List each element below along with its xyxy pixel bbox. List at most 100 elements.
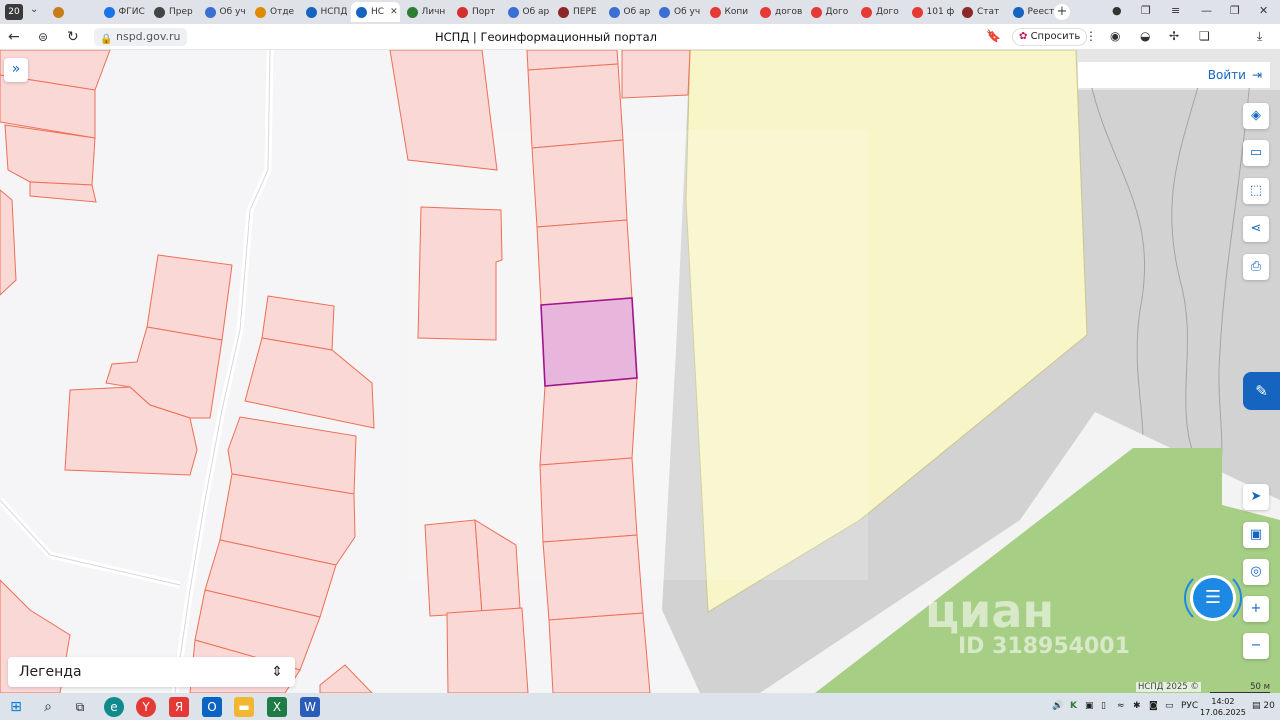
parcel[interactable] <box>539 457 638 543</box>
tray-app-icon[interactable]: ◙ <box>1149 701 1158 711</box>
tab[interactable]: Об уч <box>200 2 249 22</box>
tab-count-button[interactable]: 20 <box>5 4 23 20</box>
profile-icon[interactable]: ● <box>1112 4 1122 17</box>
tab[interactable]: Об ар <box>604 2 653 22</box>
yandex-logo-icon[interactable]: ⊜ <box>38 28 48 46</box>
parcel[interactable] <box>548 612 651 693</box>
parcel[interactable] <box>536 219 633 306</box>
tray-app-icon[interactable]: ▣ <box>1085 701 1094 711</box>
tab[interactable]: Порт <box>452 2 501 22</box>
parcel[interactable] <box>527 63 624 149</box>
edge-icon[interactable]: e <box>104 697 124 717</box>
search-place-icon[interactable]: ◎ <box>1243 559 1269 585</box>
selected-parcel[interactable] <box>540 297 638 387</box>
parcel[interactable] <box>319 664 373 693</box>
outlook-icon[interactable]: O <box>202 697 222 717</box>
locate-icon[interactable]: ➤ <box>1243 484 1269 510</box>
tab[interactable]: Дого <box>806 2 855 22</box>
excel-icon[interactable]: X <box>267 697 287 717</box>
parcel[interactable] <box>146 254 233 341</box>
zoom-in-button[interactable]: + <box>1243 596 1269 622</box>
search-icon[interactable]: ⌕ <box>38 697 58 717</box>
parcel[interactable] <box>446 607 529 693</box>
tab[interactable]: ФГИС <box>99 2 148 22</box>
language-indicator[interactable]: РУС <box>1181 701 1198 711</box>
word-icon[interactable]: W <box>300 697 320 717</box>
yandex-browser-icon[interactable]: Y <box>136 697 156 717</box>
parcel[interactable] <box>539 377 638 466</box>
url-field[interactable]: 🔒 nspd.gov.ru <box>94 28 187 46</box>
volume-icon[interactable]: 🔊 <box>1052 701 1063 711</box>
chevron-down-icon[interactable]: ⌄ <box>30 4 38 15</box>
parcel[interactable] <box>417 206 503 341</box>
parcel[interactable] <box>0 189 17 296</box>
close-tab-icon[interactable]: ✕ <box>390 7 398 17</box>
tray-app-icon[interactable]: ✱ <box>1133 701 1141 711</box>
tray-app-icon[interactable]: ≈ <box>1117 701 1125 711</box>
expand-panel-button[interactable]: » <box>4 58 28 82</box>
site-icon <box>305 6 317 18</box>
tab[interactable]: Стат <box>957 2 1006 22</box>
clock[interactable]: 14:02 17.06.2025 <box>1200 696 1246 718</box>
maximize-icon[interactable]: ❐ <box>1230 4 1240 17</box>
tab[interactable]: Прер <box>149 2 198 22</box>
collections-icon[interactable]: ❐ <box>1141 4 1151 17</box>
minimize-icon[interactable]: — <box>1201 4 1212 17</box>
menu-icon[interactable]: ≡ <box>1171 4 1180 17</box>
tab[interactable]: Отде <box>250 2 299 22</box>
kaspersky-icon[interactable]: K <box>1070 701 1077 711</box>
print-icon[interactable]: ⎙ <box>1243 254 1269 280</box>
legend-panel[interactable]: Легенда ⇕ <box>8 657 295 687</box>
bookmark-icon[interactable]: 🔖 <box>986 29 1001 43</box>
map-canvas[interactable] <box>0 50 1280 693</box>
download-icon[interactable]: ⤓ <box>1257 29 1262 44</box>
tab[interactable]: 101 ф <box>907 2 956 22</box>
login-button[interactable]: Войти ⇥ <box>1078 62 1270 88</box>
select-area-icon[interactable]: ⬚ <box>1243 178 1269 204</box>
ruler-icon[interactable]: ▭ <box>1243 140 1269 166</box>
task-view-icon[interactable]: ⧉ <box>70 697 90 717</box>
parcel[interactable] <box>621 50 691 99</box>
parcel[interactable] <box>424 519 483 617</box>
layers-icon[interactable]: ◈ <box>1243 103 1269 129</box>
tab[interactable]: Об уч <box>654 2 703 22</box>
reload-icon[interactable]: ↻ <box>67 28 79 46</box>
notification-icon[interactable]: ▤ 20 <box>1252 701 1275 711</box>
chat-button[interactable]: ☰ <box>1193 578 1233 618</box>
network-icon[interactable]: ▭ <box>1165 701 1174 711</box>
windows-start-icon[interactable]: ⊞ <box>6 697 26 717</box>
tab[interactable]: Копи <box>705 2 754 22</box>
yandex-icon[interactable]: Я <box>169 697 189 717</box>
collections-icon[interactable]: ❏ <box>1199 29 1210 43</box>
parcel[interactable] <box>29 181 97 203</box>
assistant-badge-icon[interactable]: ✎ <box>1243 372 1280 410</box>
back-icon[interactable]: ← <box>8 28 20 46</box>
puzzle-icon[interactable]: ✢ <box>1169 29 1179 43</box>
zoom-out-button[interactable]: − <box>1243 633 1269 659</box>
ask-button[interactable]: ✿ Спросить <box>1012 28 1088 46</box>
more-icon[interactable]: ⋮ <box>1085 29 1097 43</box>
ask-label: Спросить <box>1030 31 1081 42</box>
extension-icon[interactable]: ◒ <box>1140 29 1150 43</box>
tab[interactable]: Дого <box>856 2 905 22</box>
tab[interactable]: Об ар <box>503 2 552 22</box>
map-view[interactable]: » Войти ⇥ ◈ ▭ ⬚ ⋖ ⎙ ✎ ➤ ▣ ◎ + − ☰ циан I… <box>0 50 1280 693</box>
file-explorer-icon[interactable]: ▬ <box>234 697 254 717</box>
tab[interactable]: ПЕРЕ <box>553 2 602 22</box>
tab[interactable]: НСПД <box>301 2 350 22</box>
battery-icon[interactable]: ▯ <box>1101 701 1106 711</box>
minimap-icon[interactable]: ▣ <box>1243 522 1269 548</box>
tab[interactable]: Реест <box>1008 2 1057 22</box>
tab[interactable] <box>48 2 97 22</box>
share-icon[interactable]: ⋖ <box>1243 216 1269 242</box>
parcel[interactable] <box>389 50 498 171</box>
tab-active[interactable]: НС ✕ <box>351 2 400 22</box>
tab[interactable]: Личн <box>402 2 451 22</box>
tab[interactable]: догов <box>755 2 804 22</box>
new-tab-button[interactable]: + <box>1054 4 1070 20</box>
parcel[interactable] <box>542 534 644 621</box>
close-window-icon[interactable]: ✕ <box>1259 4 1268 17</box>
extension-icon[interactable]: ◉ <box>1110 29 1120 43</box>
parcel[interactable] <box>531 139 628 228</box>
parcel[interactable] <box>244 337 375 429</box>
